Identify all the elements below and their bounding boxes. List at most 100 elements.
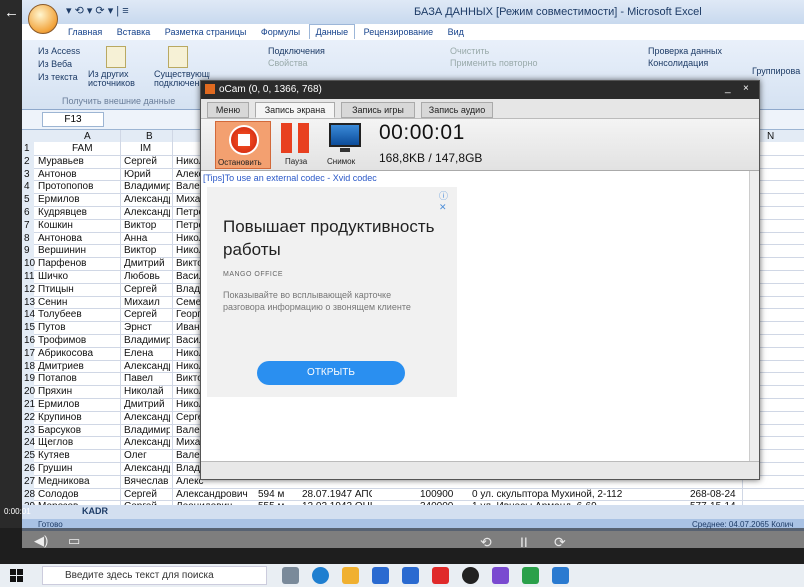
tab-page-layout[interactable]: Разметка страницы bbox=[159, 25, 253, 39]
name-box[interactable]: F13 bbox=[42, 112, 104, 127]
row-number[interactable]: 9 bbox=[24, 245, 30, 256]
cell-fam[interactable]: Протопопов bbox=[38, 181, 118, 192]
cell-im[interactable]: Павел bbox=[124, 373, 170, 384]
column-header-n[interactable]: N bbox=[767, 131, 774, 142]
from-web-button[interactable]: Из Веба bbox=[38, 59, 72, 69]
cell-im[interactable]: Дмитрий bbox=[124, 258, 170, 269]
quick-access-toolbar[interactable]: ▾ ⟲ ▾ ⟳ ▾ | ≡ bbox=[66, 4, 129, 17]
clear-filter-button[interactable]: Очистить bbox=[450, 46, 489, 56]
cell-im[interactable]: Вячеслав bbox=[124, 476, 170, 487]
cell-im[interactable]: Олег bbox=[124, 450, 170, 461]
row-number[interactable]: 2 bbox=[24, 156, 30, 167]
row-number[interactable]: 12 bbox=[24, 284, 35, 295]
tab-view[interactable]: Вид bbox=[442, 25, 470, 39]
forward-30-icon[interactable]: ⟳ bbox=[554, 534, 566, 551]
cell-fam[interactable]: Дмитриев bbox=[38, 361, 118, 372]
cell-f[interactable]: 100900 bbox=[420, 489, 460, 500]
cell-fam[interactable]: Барсуков bbox=[38, 425, 118, 436]
cell-d[interactable]: 594 м bbox=[258, 489, 298, 500]
row-number[interactable]: 16 bbox=[24, 335, 35, 346]
row-number[interactable]: 14 bbox=[24, 309, 35, 320]
tab-audio-record[interactable]: Запись аудио bbox=[421, 102, 493, 118]
row-number[interactable]: 5 bbox=[24, 194, 30, 205]
row-number[interactable]: 26 bbox=[24, 463, 35, 474]
edge-browser-icon[interactable] bbox=[312, 567, 329, 584]
cell-im[interactable]: Эрнст bbox=[124, 322, 170, 333]
cell-fam[interactable]: Абрикосова bbox=[38, 348, 118, 359]
row-number[interactable]: 17 bbox=[24, 348, 35, 359]
cell-im[interactable]: Владимир bbox=[124, 181, 170, 192]
app-icon[interactable] bbox=[492, 567, 509, 584]
cell-fam[interactable]: Ермилов bbox=[38, 194, 118, 205]
row-number[interactable]: 18 bbox=[24, 361, 35, 372]
rewind-10-icon[interactable]: ⟲ bbox=[480, 534, 492, 551]
snapshot-monitor-icon[interactable] bbox=[329, 123, 361, 147]
cell-fam[interactable]: Потапов bbox=[38, 373, 118, 384]
tab-review[interactable]: Рецензирование bbox=[358, 25, 440, 39]
from-access-button[interactable]: Из Access bbox=[38, 46, 80, 56]
row-number[interactable]: 3 bbox=[24, 169, 30, 180]
tab-menu[interactable]: Меню bbox=[207, 102, 249, 118]
cell-im[interactable]: Александр bbox=[124, 463, 170, 474]
properties-button[interactable]: Свойства bbox=[268, 58, 308, 68]
ocam-vertical-scrollbar[interactable] bbox=[749, 171, 759, 461]
cell-fam-header[interactable]: FAM bbox=[72, 143, 93, 154]
cell-im[interactable]: Сергей bbox=[124, 309, 170, 320]
yandex-browser-icon[interactable] bbox=[432, 567, 449, 584]
cell-im[interactable]: Владимир bbox=[124, 425, 170, 436]
cell-im[interactable]: Виктор bbox=[124, 245, 170, 256]
cell-fam[interactable]: Птицын bbox=[38, 284, 118, 295]
excel-taskbar-icon[interactable] bbox=[522, 567, 539, 584]
reapply-filter-button[interactable]: Применить повторно bbox=[450, 58, 537, 68]
cell-fam[interactable]: Грушин bbox=[38, 463, 118, 474]
ocam-horizontal-scrollbar[interactable] bbox=[201, 461, 759, 479]
cell-im-header[interactable]: IM bbox=[140, 143, 151, 154]
consolidation-button[interactable]: Консолидация bbox=[648, 58, 708, 68]
store-icon[interactable] bbox=[372, 567, 389, 584]
row-number[interactable]: 23 bbox=[24, 425, 35, 436]
ad-open-button[interactable]: ОТКРЫТЬ bbox=[257, 361, 405, 385]
cell-im[interactable]: Сергей bbox=[124, 284, 170, 295]
codec-tip-link[interactable]: [Tips]To use an external codec - Xvid co… bbox=[203, 173, 377, 183]
cell-fam[interactable]: Крупинов bbox=[38, 412, 118, 423]
cell-fam[interactable]: Вершинин bbox=[38, 245, 118, 256]
volume-icon[interactable]: ◀) bbox=[34, 533, 48, 549]
photos-icon[interactable] bbox=[552, 567, 569, 584]
cell-im[interactable]: Анна bbox=[124, 233, 170, 244]
row-number[interactable]: 22 bbox=[24, 412, 35, 423]
cell-fam[interactable]: Парфенов bbox=[38, 258, 118, 269]
windows-start-icon[interactable] bbox=[10, 569, 24, 583]
cell-g[interactable]: 0 ул. скульптора Мухиной, 2-112 bbox=[472, 489, 672, 500]
cell-im[interactable]: Александр bbox=[124, 412, 170, 423]
row-number[interactable]: 10 bbox=[24, 258, 35, 269]
group-button[interactable]: Группирова bbox=[752, 66, 800, 76]
cell-b[interactable]: Сергей bbox=[124, 489, 170, 500]
row-number[interactable]: 21 bbox=[24, 399, 35, 410]
row-number[interactable]: 4 bbox=[24, 181, 30, 192]
cell-im[interactable]: Владимир bbox=[124, 335, 170, 346]
row-number[interactable]: 25 bbox=[24, 450, 35, 461]
tab-screen-record[interactable]: Запись экрана bbox=[255, 102, 335, 118]
tab-game-record[interactable]: Запись игры bbox=[341, 102, 415, 118]
cell-fam[interactable]: Пряхин bbox=[38, 386, 118, 397]
office-button[interactable] bbox=[28, 4, 58, 34]
cell-h[interactable]: 268-08-24 bbox=[690, 489, 740, 500]
mail-icon[interactable] bbox=[402, 567, 419, 584]
row-number[interactable]: 11 bbox=[24, 271, 34, 282]
row-number[interactable]: 27 bbox=[24, 476, 35, 487]
cell-im[interactable]: Любовь bbox=[124, 271, 170, 282]
cell-im[interactable]: Александр bbox=[124, 194, 170, 205]
cell-im[interactable]: Михаил bbox=[124, 297, 170, 308]
cell-im[interactable]: Виктор bbox=[124, 220, 170, 231]
minimize-button[interactable]: _ bbox=[725, 83, 731, 94]
cell-fam[interactable]: Медникова bbox=[38, 476, 118, 487]
cell-im[interactable]: Николай bbox=[124, 386, 170, 397]
close-button[interactable]: × bbox=[743, 83, 749, 94]
tab-formulas[interactable]: Формулы bbox=[255, 25, 306, 39]
cell-c[interactable]: Александрович bbox=[176, 489, 250, 500]
cell-fam[interactable]: Кудрявцев bbox=[38, 207, 118, 218]
cell-im[interactable]: Александр bbox=[124, 437, 170, 448]
cell-fam[interactable]: Ермилов bbox=[38, 399, 118, 410]
back-arrow-icon[interactable]: ← bbox=[4, 4, 19, 21]
from-text-button[interactable]: Из текста bbox=[38, 72, 78, 82]
